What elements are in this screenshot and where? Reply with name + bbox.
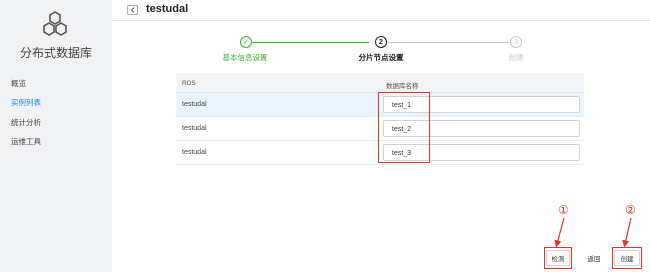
- annotation-arrows: [554, 217, 632, 248]
- arrow-to-create-button: [622, 217, 632, 248]
- app-root: 分布式数据库 概览 实例列表 统计分析 运维工具 testudal ✓ 2 3 …: [0, 0, 650, 272]
- arrow-to-check-button: [554, 217, 565, 248]
